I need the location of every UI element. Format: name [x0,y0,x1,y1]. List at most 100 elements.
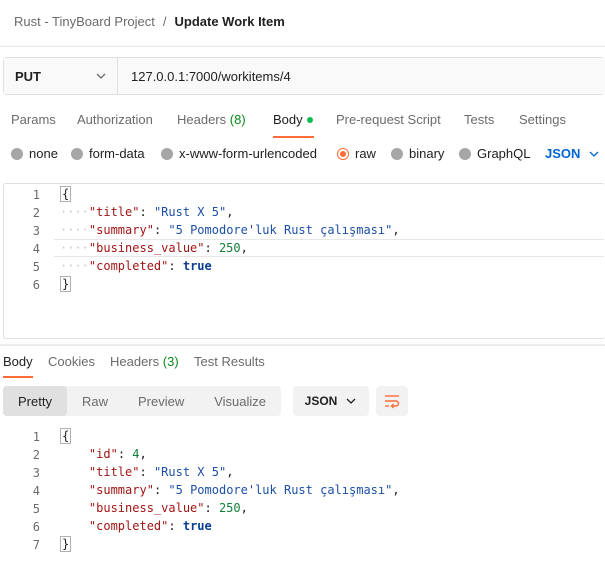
tab-settings[interactable]: Settings [519,112,566,127]
json-key: "completed" [88,519,169,533]
radio-form-data[interactable]: form-data [71,146,145,161]
radio-graphql[interactable]: GraphQL [459,146,530,161]
brace-close: } [60,536,72,552]
chevron-down-icon [346,398,356,404]
json-string: "Rust X 5" [153,465,227,479]
tab-body[interactable]: Body [273,112,313,127]
json-key: "title" [88,205,140,219]
tab-pre-request-script[interactable]: Pre-request Script [336,112,441,127]
radio-circle-icon [71,147,83,160]
json-number: 250 [218,501,241,515]
line-number: 2 [32,206,40,220]
radio-graphql-label: GraphQL [477,146,531,161]
code-line: "title": "Rust X 5", [88,465,234,479]
radio-circle-icon [161,147,173,160]
json-number: 250 [218,241,241,255]
resp-tab-test-results[interactable]: Test Results [194,354,265,369]
json-key: "business_value" [88,501,205,515]
code-line: { [60,185,72,203]
breadcrumb: Rust - TinyBoard Project / Update Work I… [14,14,285,29]
json-key: "summary" [88,223,154,237]
code-line: "summary": "5 Pomodore'luk Rust çalışmas… [88,483,400,497]
radio-circle-icon [391,147,403,160]
brace-open: { [60,428,72,444]
resp-tab-cookies[interactable]: Cookies [48,354,95,369]
tab-headers-count: (8) [229,112,246,127]
line-number: 3 [32,466,40,480]
code-line: ····"title": "Rust X 5", [60,205,234,219]
url-input[interactable] [118,58,605,94]
code-line: ····"business_value": 250, [60,241,248,255]
view-preview[interactable]: Preview [123,386,199,416]
response-format-select[interactable]: JSON [293,386,369,416]
json-key: "completed" [88,259,169,273]
pane-resize-handle[interactable] [0,344,605,346]
radio-urlencoded-label: x-www-form-urlencoded [179,146,317,161]
view-mode-segmented: Pretty Raw Preview Visualize [3,386,282,416]
json-string: "5 Pomodore'luk Rust çalışması" [168,223,393,237]
tab-headers[interactable]: Headers (8) [177,112,246,127]
active-dot-icon [306,116,313,123]
resp-tab-headers[interactable]: Headers (3) [110,354,179,369]
breadcrumb-collection[interactable]: Rust - TinyBoard Project [14,14,155,29]
code-line: { [60,427,72,445]
resp-tab-headers-label: Headers [110,354,160,369]
code-line: ····"summary": "5 Pomodore'luk Rust çalı… [60,223,400,237]
request-name[interactable]: Update Work Item [175,14,285,29]
code-line: "id": 4, [88,447,147,461]
radio-circle-icon [459,147,471,160]
line-number: 6 [32,520,40,534]
json-key: "summary" [88,483,154,497]
view-pretty[interactable]: Pretty [3,386,67,416]
resp-tab-headers-count: (3) [162,354,179,369]
breadcrumb-separator: / [162,14,167,29]
json-boolean: true [182,519,212,533]
line-number: 5 [32,260,40,274]
method-select[interactable]: PUT [4,58,118,94]
radio-form-data-label: form-data [89,146,145,161]
radio-binary-label: binary [409,146,445,161]
wrap-lines-icon [385,395,400,409]
code-line: } [60,535,72,553]
method-label: PUT [15,68,41,84]
tab-params[interactable]: Params [11,112,56,127]
url-bar: PUT [3,57,605,95]
resp-tab-active-underline [3,376,33,378]
radio-none[interactable]: none [11,146,58,161]
code-line: "business_value": 250, [88,501,248,515]
body-mode-radios: none form-data x-www-form-urlencoded raw… [0,146,605,166]
code-line: ····"completed": true [60,259,212,273]
raw-type-select[interactable]: JSON [545,146,600,161]
tab-headers-label: Headers [177,112,227,127]
tab-authorization[interactable]: Authorization [77,112,153,127]
view-raw[interactable]: Raw [67,386,123,416]
json-key: "title" [88,465,140,479]
code-line: "completed": true [88,519,212,533]
line-number: 1 [32,430,40,444]
json-key: "id" [88,447,118,461]
line-number: 6 [32,278,40,292]
resp-tab-body[interactable]: Body [3,354,33,369]
response-format-label: JSON [304,394,338,408]
line-number: 4 [32,242,40,256]
wrap-lines-button[interactable] [376,386,408,416]
radio-urlencoded[interactable]: x-www-form-urlencoded [161,146,317,161]
radio-none-label: none [29,146,58,161]
line-number: 7 [32,538,40,552]
response-view-bar: Pretty Raw Preview Visualize JSON [3,386,408,416]
line-number: 4 [32,484,40,498]
request-tabs: Params Authorization Headers (8) Body Pr… [0,108,605,138]
json-number: 4 [132,447,140,461]
tab-tests[interactable]: Tests [464,112,494,127]
json-boolean: true [182,259,212,273]
radio-circle-icon [11,147,23,160]
view-visualize[interactable]: Visualize [199,386,281,416]
json-string: "Rust X 5" [153,205,227,219]
json-string: "5 Pomodore'luk Rust çalışması" [168,483,393,497]
chevron-down-icon [96,73,106,79]
radio-raw-label: raw [355,146,376,161]
line-number: 3 [32,224,40,238]
header-divider [0,46,605,47]
radio-binary[interactable]: binary [391,146,444,161]
radio-raw[interactable]: raw [337,146,376,161]
